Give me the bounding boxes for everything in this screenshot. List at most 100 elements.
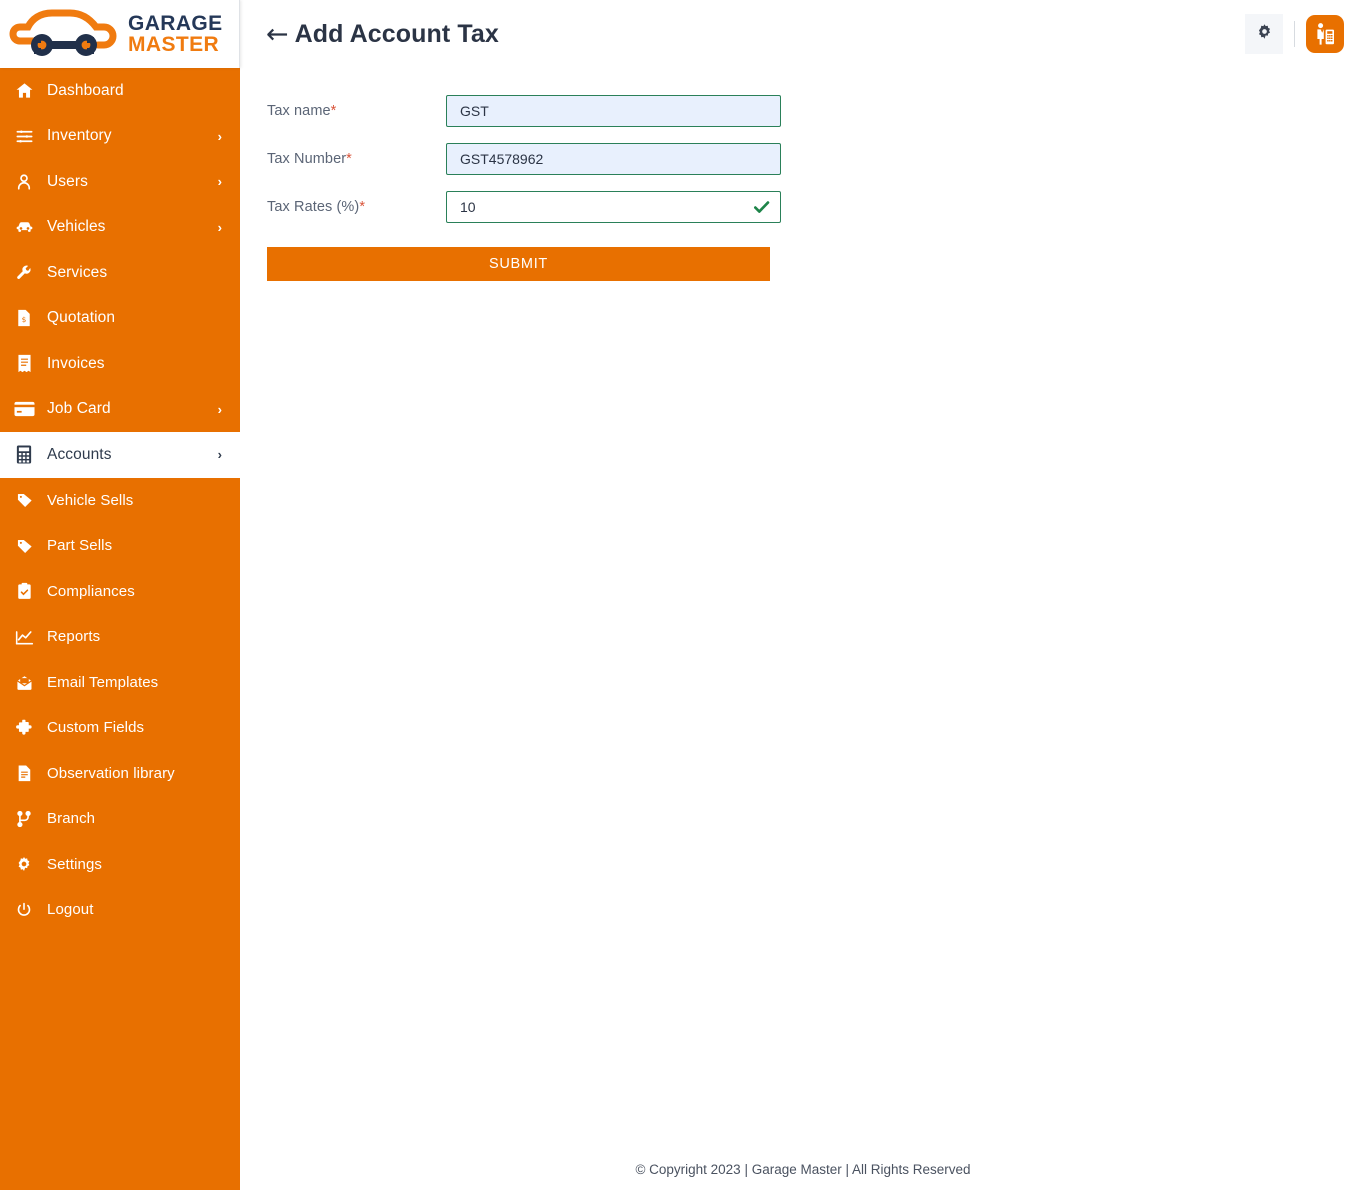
sidebar-label: Dashboard: [47, 82, 124, 100]
sidebar-item-inventory[interactable]: Inventory ›: [0, 114, 240, 160]
tax-rates-input[interactable]: [446, 191, 781, 223]
sidebar-item-users[interactable]: Users ›: [0, 159, 240, 205]
chevron-right-icon: ›: [218, 130, 222, 143]
top-header: ← Add Account Tax: [240, 0, 1366, 68]
sidebar-label: Part Sells: [47, 537, 112, 554]
tax-name-field-wrap: [446, 95, 781, 127]
chevron-right-icon: ›: [218, 403, 222, 416]
tax-rates-field-wrap: [446, 191, 781, 223]
sidebar-item-logout[interactable]: Logout: [0, 887, 240, 933]
sidebar-label: Quotation: [47, 309, 115, 327]
file-icon: [13, 764, 35, 782]
check-icon: [752, 198, 771, 217]
sidebar-nav: Dashboard Inventory ›: [0, 68, 240, 933]
brand-logo[interactable]: GARAGE MASTER: [0, 0, 240, 68]
home-icon: [12, 81, 36, 101]
sidebar-item-observation-library[interactable]: Observation library: [0, 751, 240, 797]
tax-number-label: Tax Number*: [267, 151, 446, 167]
sidebar-item-job-card[interactable]: Job Card ›: [0, 387, 240, 433]
footer: © Copyright 2023 | Garage Master | All R…: [240, 1148, 1366, 1190]
sidebar-label: Observation library: [47, 765, 175, 782]
sidebar-label: Accounts: [47, 446, 112, 464]
page-title-group: ← Add Account Tax: [266, 20, 499, 49]
sidebar-item-invoices[interactable]: Invoices: [0, 341, 240, 387]
chevron-right-icon: ›: [218, 448, 222, 461]
sidebar-item-email-templates[interactable]: Email Templates: [0, 660, 240, 706]
car-icon: [12, 217, 36, 237]
sidebar-item-vehicle-sells[interactable]: Vehicle Sells: [0, 478, 240, 524]
receipt-icon: [12, 354, 36, 374]
brand-name-bottom: MASTER: [128, 34, 223, 55]
sidebar-item-vehicles[interactable]: Vehicles ›: [0, 205, 240, 251]
submit-button[interactable]: SUBMIT: [267, 247, 770, 281]
sidebar-item-accounts[interactable]: Accounts ›: [0, 432, 240, 478]
sidebar-label: Logout: [47, 901, 93, 918]
calculator-icon: [12, 445, 36, 465]
chevron-right-icon: ›: [218, 175, 222, 188]
tag-icon: [13, 491, 35, 509]
sidebar-item-settings[interactable]: Settings: [0, 842, 240, 888]
sidebar-item-custom-fields[interactable]: Custom Fields: [0, 705, 240, 751]
gear-icon: [1256, 23, 1273, 45]
sidebar-label: Branch: [47, 810, 95, 827]
copyright-text: © Copyright 2023 | Garage Master | All R…: [635, 1162, 970, 1177]
sidebar-label: Vehicle Sells: [47, 492, 133, 509]
chevron-right-icon: ›: [218, 221, 222, 234]
sidebar-label: Users: [47, 173, 88, 191]
header-actions: [1245, 14, 1344, 54]
settings-button[interactable]: [1245, 14, 1283, 54]
card-icon: [12, 399, 36, 419]
document-dollar-icon: $: [12, 308, 36, 328]
label-text: Tax Rates (%): [267, 199, 359, 215]
sidebar-item-compliances[interactable]: Compliances: [0, 569, 240, 615]
sidebar-item-quotation[interactable]: $ Quotation: [0, 296, 240, 342]
tax-number-input[interactable]: [446, 143, 781, 175]
mail-open-icon: [13, 673, 35, 691]
sidebar-label: Compliances: [47, 583, 135, 600]
required-asterisk: *: [346, 151, 352, 167]
sidebar-item-reports[interactable]: Reports: [0, 614, 240, 660]
chart-line-icon: [13, 628, 35, 646]
sliders-icon: [12, 126, 36, 146]
required-asterisk: *: [359, 199, 365, 215]
back-arrow-icon[interactable]: ←: [266, 21, 289, 48]
header-divider: [1294, 21, 1295, 47]
sidebar-label: Settings: [47, 856, 102, 873]
code-branch-icon: [13, 810, 35, 828]
app-root: GARAGE MASTER Dashboard: [0, 0, 1366, 1190]
avatar[interactable]: [1306, 15, 1344, 53]
car-with-wrench-icon: [8, 5, 126, 63]
sidebar-label: Job Card: [47, 400, 111, 418]
sidebar-label: Inventory: [47, 127, 112, 145]
sidebar-label: Services: [47, 264, 107, 282]
label-text: Tax name: [267, 103, 331, 119]
sidebar-label: Vehicles: [47, 218, 106, 236]
tax-number-field-wrap: [446, 143, 781, 175]
sidebar: GARAGE MASTER Dashboard: [0, 0, 240, 1190]
tag-icon: [13, 537, 35, 555]
label-text: Tax Number: [267, 151, 346, 167]
sidebar-item-branch[interactable]: Branch: [0, 796, 240, 842]
sidebar-item-services[interactable]: Services: [0, 250, 240, 296]
tax-name-label: Tax name*: [267, 103, 446, 119]
brand-name-top: GARAGE: [128, 13, 223, 34]
required-asterisk: *: [331, 103, 337, 119]
brand-wordmark: GARAGE MASTER: [128, 13, 223, 56]
svg-text:$: $: [22, 315, 27, 324]
sidebar-label: Reports: [47, 628, 100, 645]
accountant-avatar-icon: [1312, 21, 1338, 47]
form-row-tax-rates: Tax Rates (%)*: [267, 191, 1366, 223]
gear-icon: [13, 855, 35, 873]
wrench-icon: [12, 263, 36, 283]
tax-rates-label: Tax Rates (%)*: [267, 199, 446, 215]
user-icon: [12, 172, 36, 192]
tax-name-input[interactable]: [446, 95, 781, 127]
sidebar-item-part-sells[interactable]: Part Sells: [0, 523, 240, 569]
puzzle-icon: [13, 719, 35, 737]
sidebar-item-dashboard[interactable]: Dashboard: [0, 68, 240, 114]
power-icon: [13, 901, 35, 919]
sidebar-label: Invoices: [47, 355, 105, 373]
main-content: Tax name* Tax Number* Tax Rates (%)*: [240, 68, 1366, 1190]
form-row-tax-name: Tax name*: [267, 95, 1366, 127]
sidebar-label: Custom Fields: [47, 719, 144, 736]
